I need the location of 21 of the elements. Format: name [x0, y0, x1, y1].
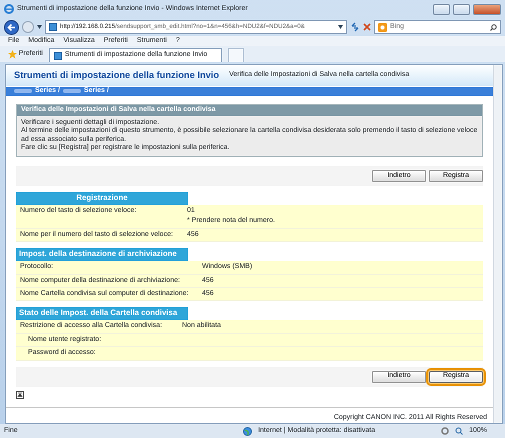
browser-logo-icon: [4, 4, 14, 14]
globe-icon: [243, 426, 252, 436]
search-engine-icon: [378, 22, 387, 32]
back-icon[interactable]: [4, 20, 19, 34]
caret-icon[interactable]: [338, 25, 343, 29]
minimize-button[interactable]: [433, 4, 450, 14]
page-icon: [49, 23, 57, 31]
magnifier-icon[interactable]: [455, 427, 464, 435]
close-button[interactable]: [473, 4, 501, 14]
page-icon: [54, 52, 62, 60]
search-icon[interactable]: [490, 24, 497, 30]
blurred-model-name: [14, 89, 32, 94]
star-icon: [8, 50, 17, 58]
caret-icon[interactable]: [37, 25, 42, 29]
close-icon[interactable]: [363, 23, 371, 31]
refresh-icon[interactable]: [350, 22, 360, 32]
maximize-button[interactable]: [453, 4, 470, 14]
back-to-top-icon[interactable]: [16, 390, 24, 399]
page-title: Strumenti di impostazione della funzione Invio: [14, 70, 220, 81]
blurred-model-name: [62, 89, 81, 94]
scrollbar[interactable]: [493, 65, 502, 423]
